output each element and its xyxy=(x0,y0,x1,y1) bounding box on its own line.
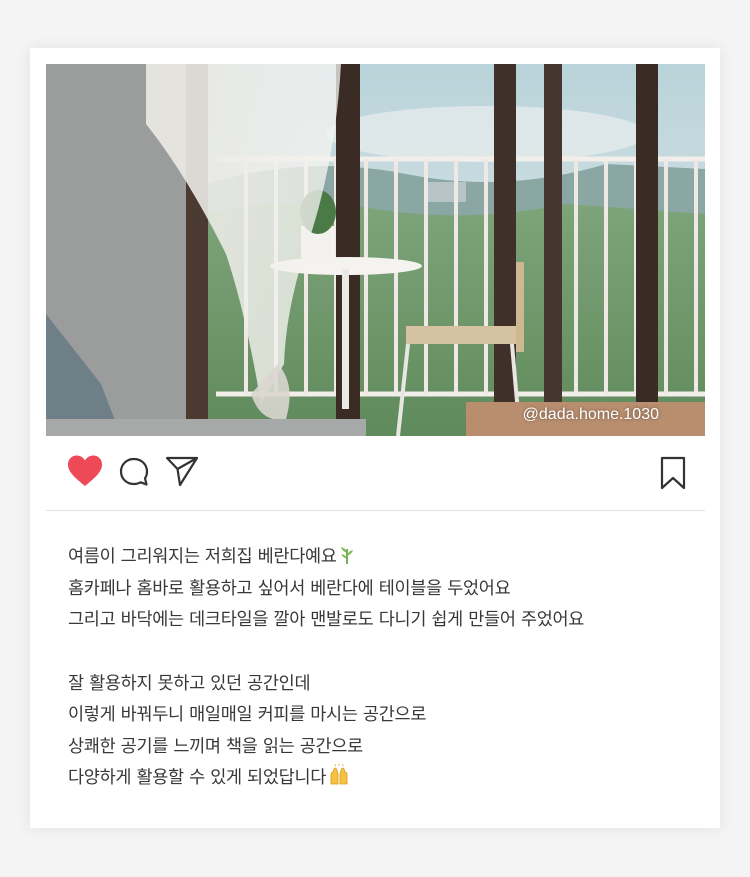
caption-line: 여름이 그리워지는 저희집 베란다예요 xyxy=(68,542,688,574)
caption-line: 상쾌한 공기를 느끼며 책을 읽는 공간으로 xyxy=(68,736,363,757)
bookmark-icon[interactable] xyxy=(659,456,687,490)
caption-line: 이렇게 바꿔두니 매일매일 커피를 마시는 공간으로 xyxy=(68,705,427,725)
post-action-bar xyxy=(46,436,705,511)
caption-line: 그리고 바닥에는 데크타일을 깔아 맨발로도 다니기 쉽게 만들어 주었어요 xyxy=(68,610,585,630)
post-caption: 여름이 그리워지는 저희집 베란다예요 홈카페나 홈바로 활용하고 싶어서 베란… xyxy=(68,542,688,795)
caption-line: 홈카페나 홈바로 활용하고 싶어서 베란다에 테이블을 두었어요 xyxy=(68,578,511,599)
herb-emoji xyxy=(339,545,355,577)
post-photo[interactable]: @dada.home.1030 xyxy=(46,64,705,436)
heart-icon[interactable] xyxy=(66,454,104,488)
caption-line: 다양하게 활용할 수 있게 되었답니다 xyxy=(68,763,688,795)
balcony-photo-illustration xyxy=(46,64,705,436)
caption-line: 잘 활용하지 못하고 있던 공간인데 xyxy=(68,673,311,694)
send-icon[interactable] xyxy=(164,454,200,488)
photo-watermark: @dada.home.1030 xyxy=(522,406,659,423)
comment-icon[interactable] xyxy=(118,456,150,488)
post-card: @dada.home.1030 여름이 그리워지는 저희집 베란다예요 홈카페나… xyxy=(30,48,720,828)
raised-hands-emoji xyxy=(328,764,350,798)
